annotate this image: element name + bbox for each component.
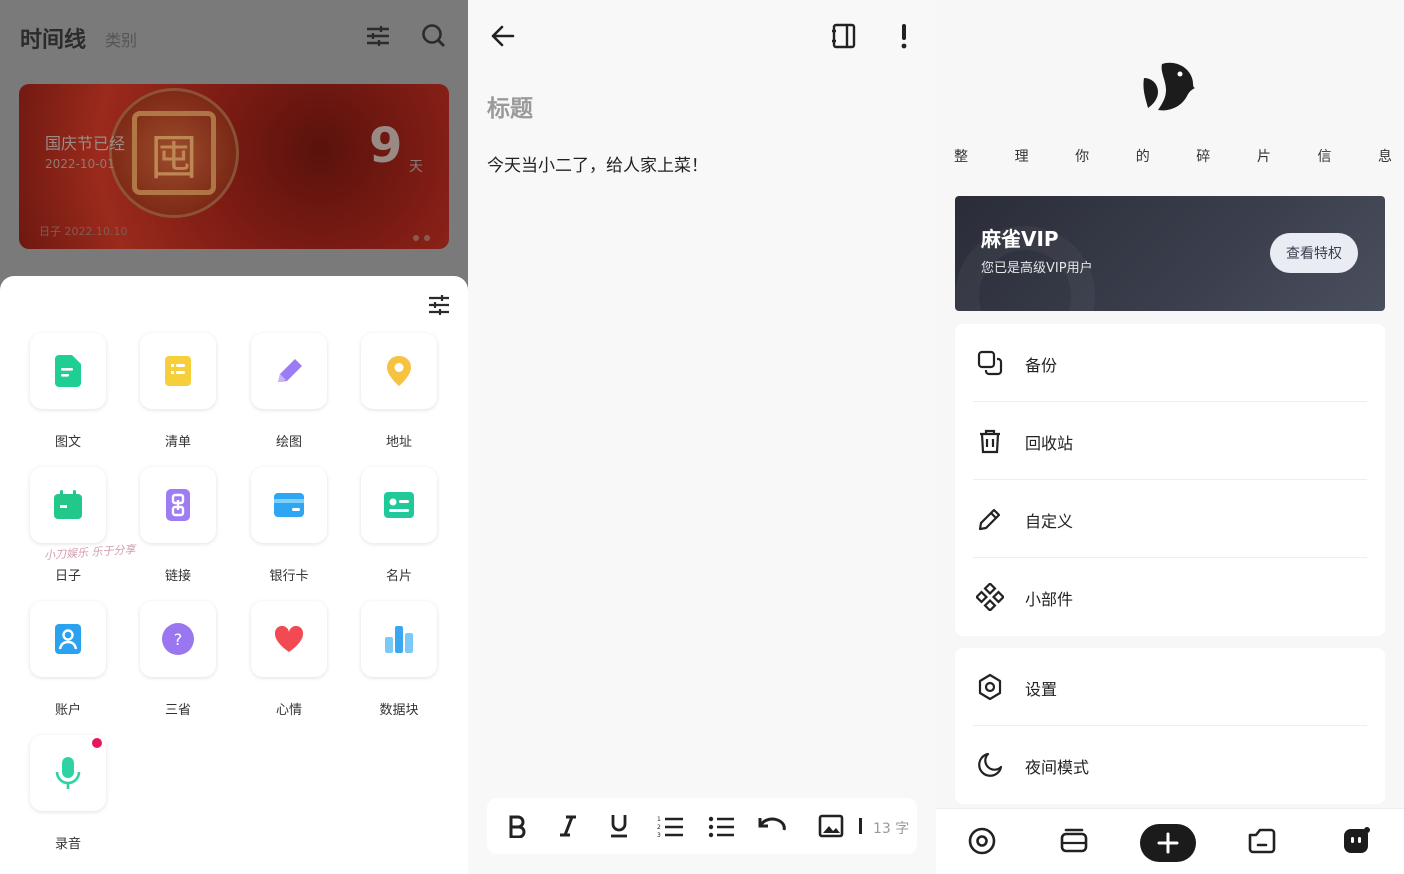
svg-text:2: 2 — [657, 824, 661, 831]
menu-item-night-mode[interactable]: 夜间模式 — [955, 726, 1385, 804]
timeline-header: 时间线 类别 — [0, 0, 468, 72]
svg-text:1: 1 — [657, 816, 661, 823]
entry-type-account[interactable]: 账户 — [16, 601, 106, 721]
search-icon[interactable] — [420, 22, 448, 50]
svg-text:3: 3 — [657, 832, 661, 838]
bullet-list-icon[interactable] — [707, 812, 735, 840]
menu-item-customize[interactable]: 自定义 — [955, 480, 1385, 558]
question-icon: ? — [162, 623, 194, 655]
profile-panel: 整 理 你 的 碎 片 信 息 麻雀VIP 您已是高级VIP用户 查看特权 备份… — [936, 0, 1404, 874]
add-button[interactable] — [1140, 824, 1196, 862]
doc-icon — [55, 355, 81, 387]
notebook-icon[interactable] — [830, 22, 858, 50]
bank-card-icon — [274, 493, 304, 517]
menu-item-widgets[interactable]: 小部件 — [955, 558, 1385, 636]
entry-type-data-block[interactable]: 数据块 — [347, 601, 437, 721]
entry-type-doc[interactable]: 图文 — [16, 333, 106, 453]
card-stamp-image: 囤 — [109, 88, 239, 218]
card-day-unit: 天 — [409, 159, 423, 175]
link-icon — [166, 489, 190, 521]
card-page-dots — [408, 226, 430, 245]
card-footer: 日子 2022.10.10 — [39, 225, 128, 238]
menu-item-backup[interactable]: 备份 — [955, 324, 1385, 402]
card-title: 国庆节已经 — [45, 134, 126, 153]
menu-group-main: 备份 回收站 自定义 小部件 — [955, 324, 1385, 636]
insert-image-icon[interactable] — [817, 812, 845, 840]
nav-folder-icon[interactable] — [1246, 825, 1278, 857]
entry-type-day[interactable]: 日子 — [16, 467, 106, 587]
entry-type-reflection[interactable]: ? 三省 — [126, 601, 216, 721]
card-day-count: 9 — [369, 118, 403, 174]
trash-icon — [976, 427, 1004, 455]
cursor-divider-icon — [855, 812, 867, 840]
business-card-icon — [384, 492, 414, 518]
nav-profile-icon[interactable] — [1340, 825, 1372, 857]
entry-type-link[interactable]: 链接 — [126, 467, 216, 587]
checklist-icon — [165, 356, 191, 386]
bold-icon[interactable] — [503, 812, 531, 840]
pencil-icon — [278, 359, 302, 382]
italic-icon[interactable] — [554, 812, 582, 840]
vip-card[interactable]: 麻雀VIP 您已是高级VIP用户 查看特权 — [955, 196, 1385, 311]
plus-icon — [1157, 832, 1179, 854]
timeline-panel: 时间线 类别 囤 国庆节已经 2022-10-01 9 天 日子 2022.10… — [0, 0, 468, 874]
entry-type-bank-card[interactable]: 银行卡 — [237, 467, 327, 587]
body-text-editor[interactable]: 今天当小二了，给人家上菜！ — [487, 151, 708, 176]
entry-type-recording[interactable]: 录音 — [16, 735, 106, 855]
new-badge-dot — [92, 738, 102, 748]
widgets-icon — [974, 581, 1006, 613]
card-date: 2022-10-01 — [45, 157, 115, 171]
ordered-list-icon[interactable]: 123 — [656, 812, 684, 840]
settings-icon — [976, 673, 1004, 701]
svg-text:?: ? — [174, 630, 183, 649]
countdown-card[interactable]: 囤 国庆节已经 2022-10-01 9 天 日子 2022.10.10 — [19, 84, 449, 249]
title-input[interactable]: 标题 — [487, 89, 533, 123]
location-icon — [387, 356, 411, 386]
vip-subtitle: 您已是高级VIP用户 — [981, 261, 1093, 276]
underline-icon[interactable] — [605, 812, 633, 840]
editor-panel: 标题 今天当小二了，给人家上菜！ 123 13 字 — [468, 0, 936, 874]
heart-icon — [274, 625, 304, 652]
tab-category[interactable]: 类别 — [105, 27, 137, 51]
calendar-icon — [54, 490, 82, 519]
entry-type-drawing[interactable]: 绘图 — [237, 333, 327, 453]
format-toolbar: 123 13 字 — [487, 798, 917, 854]
sparrow-logo-icon — [1140, 58, 1200, 118]
menu-item-settings[interactable]: 设置 — [955, 648, 1385, 726]
microphone-icon — [55, 757, 81, 789]
undo-icon[interactable] — [758, 812, 786, 840]
entry-type-mood[interactable]: 心情 — [237, 601, 327, 721]
vip-title: 麻雀VIP — [981, 227, 1059, 251]
backup-icon — [976, 349, 1004, 377]
sheet-settings-icon[interactable] — [426, 292, 452, 318]
bottom-navigation — [936, 808, 1404, 874]
filter-icon[interactable] — [364, 22, 392, 50]
menu-group-settings: 设置 夜间模式 — [955, 648, 1385, 804]
entry-type-address[interactable]: 地址 — [347, 333, 437, 453]
menu-item-trash[interactable]: 回收站 — [955, 402, 1385, 480]
tab-timeline[interactable]: 时间线 — [20, 22, 86, 54]
nav-cards-icon[interactable] — [1058, 825, 1090, 857]
data-block-icon — [385, 626, 413, 653]
important-icon[interactable] — [890, 22, 918, 50]
word-count: 13 字 — [873, 821, 910, 837]
moon-icon — [976, 751, 1004, 779]
entry-type-checklist[interactable]: 清单 — [126, 333, 216, 453]
edit-icon — [976, 505, 1004, 533]
view-privileges-button[interactable]: 查看特权 — [1270, 233, 1358, 273]
slogan: 整 理 你 的 碎 片 信 息 — [954, 149, 1392, 165]
account-icon — [55, 624, 81, 654]
nav-timeline-icon[interactable] — [966, 825, 998, 857]
back-arrow-icon[interactable] — [488, 22, 516, 50]
entry-type-business-card[interactable]: 名片 — [347, 467, 437, 587]
